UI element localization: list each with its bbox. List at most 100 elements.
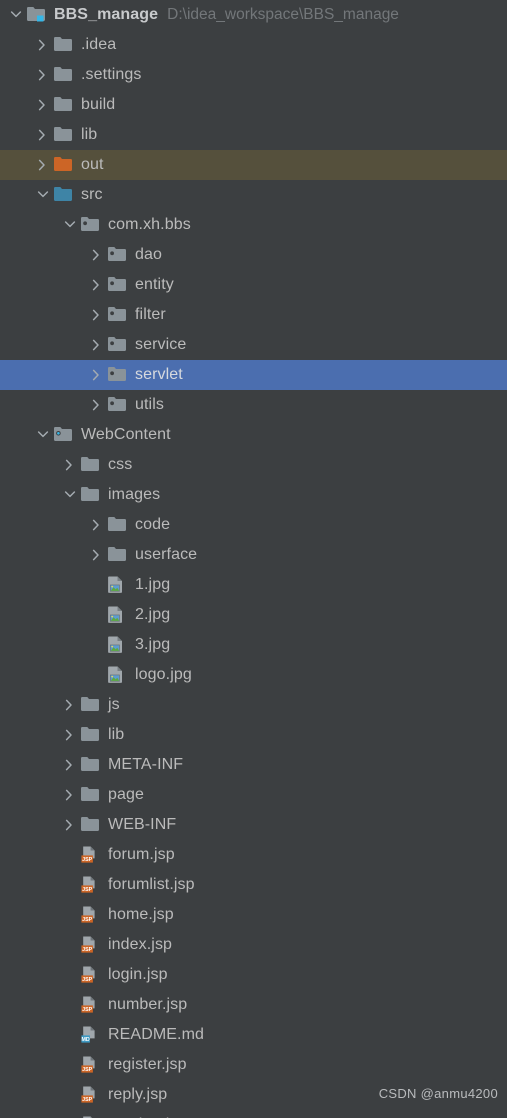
tree-row[interactable]: JSP number.jsp — [0, 990, 507, 1020]
tree-row[interactable]: logo.jpg — [0, 660, 507, 690]
tree-row-label: home.jsp — [108, 906, 174, 923]
folder-icon — [79, 480, 103, 510]
chevron-down-icon[interactable] — [59, 480, 79, 510]
chevron-right-icon[interactable] — [32, 120, 52, 150]
tree-row[interactable]: 1.jpg — [0, 570, 507, 600]
tree-row[interactable]: out — [0, 150, 507, 180]
tree-row-label: com.xh.bbs — [108, 216, 191, 233]
chevron-right-icon[interactable] — [86, 240, 106, 270]
chevron-right-icon[interactable] — [59, 750, 79, 780]
chevron-down-icon[interactable] — [32, 180, 52, 210]
chevron-down-icon[interactable] — [59, 210, 79, 240]
chevron-right-icon[interactable] — [86, 510, 106, 540]
tree-row-label: reply.jsp — [108, 1086, 168, 1103]
tree-row[interactable]: JSP forum.jsp — [0, 840, 507, 870]
tree-row-label: src — [81, 186, 103, 203]
jsp-file-icon: JSP — [79, 900, 103, 930]
tree-row-label: lib — [81, 126, 98, 143]
tree-row-label: logo.jpg — [135, 666, 192, 683]
chevron-right-icon[interactable] — [32, 60, 52, 90]
tree-row[interactable]: userface — [0, 540, 507, 570]
tree-row[interactable]: js — [0, 690, 507, 720]
chevron-right-icon[interactable] — [59, 720, 79, 750]
svg-text:JSP: JSP — [82, 947, 92, 953]
chevron-right-icon[interactable] — [32, 90, 52, 120]
chevron-right-icon[interactable] — [86, 390, 106, 420]
jsp-file-icon: JSP — [79, 1080, 103, 1110]
chevron-right-icon[interactable] — [86, 540, 106, 570]
tree-row[interactable]: 2.jpg — [0, 600, 507, 630]
project-tree[interactable]: BBS_manage D:\idea_workspace\BBS_manage .i… — [0, 0, 507, 1118]
tree-row[interactable]: lib — [0, 720, 507, 750]
tree-row[interactable]: utils — [0, 390, 507, 420]
chevron-right-icon[interactable] — [86, 270, 106, 300]
chevron-right-icon[interactable] — [86, 360, 106, 390]
excluded-folder-icon — [52, 150, 76, 180]
tree-row-label: number.jsp — [108, 996, 188, 1013]
image-file-icon — [106, 630, 130, 660]
tree-row[interactable]: servlet — [0, 360, 507, 390]
chevron-right-icon[interactable] — [59, 810, 79, 840]
chevron-right-icon[interactable] — [59, 450, 79, 480]
tree-row[interactable]: src — [0, 180, 507, 210]
tree-row[interactable]: JSP home.jsp — [0, 900, 507, 930]
tree-row[interactable]: JSP reply.jsp — [0, 1080, 507, 1110]
tree-row[interactable]: code — [0, 510, 507, 540]
svg-text:JSP: JSP — [82, 887, 92, 893]
tree-row-label: css — [108, 456, 133, 473]
tree-row[interactable]: build — [0, 90, 507, 120]
tree-row[interactable]: page — [0, 780, 507, 810]
folder-icon — [106, 540, 130, 570]
tree-row[interactable]: WEB-INF — [0, 810, 507, 840]
tree-row[interactable]: lib — [0, 120, 507, 150]
tree-row-label: WebContent — [81, 426, 171, 443]
tree-row[interactable]: images — [0, 480, 507, 510]
tree-row[interactable]: dao — [0, 240, 507, 270]
tree-row[interactable]: css — [0, 450, 507, 480]
tree-row[interactable]: .idea — [0, 30, 507, 60]
tree-row-label: utils — [135, 396, 164, 413]
chevron-down-icon[interactable] — [5, 0, 25, 30]
tree-row[interactable]: JSP index.jsp — [0, 930, 507, 960]
tree-row[interactable]: HTM test.html — [0, 1110, 507, 1118]
tree-row[interactable]: BBS_manage D:\idea_workspace\BBS_manage — [0, 0, 507, 30]
image-file-icon — [106, 570, 130, 600]
tree-row-label: 3.jpg — [135, 636, 171, 653]
tree-row-label: dao — [135, 246, 162, 263]
tree-row[interactable]: JSP login.jsp — [0, 960, 507, 990]
folder-icon — [52, 120, 76, 150]
chevron-right-icon[interactable] — [32, 150, 52, 180]
tree-row[interactable]: 3.jpg — [0, 630, 507, 660]
tree-row[interactable]: entity — [0, 270, 507, 300]
tree-row[interactable]: JSP forumlist.jsp — [0, 870, 507, 900]
chevron-right-icon[interactable] — [59, 690, 79, 720]
tree-row-label: page — [108, 786, 144, 803]
tree-row[interactable]: service — [0, 330, 507, 360]
chevron-right-icon[interactable] — [86, 300, 106, 330]
chevron-right-icon[interactable] — [59, 780, 79, 810]
tree-row[interactable]: .settings — [0, 60, 507, 90]
tree-row[interactable]: WebContent — [0, 420, 507, 450]
tree-row-label: js — [108, 696, 120, 713]
tree-row[interactable]: filter — [0, 300, 507, 330]
tree-row[interactable]: com.xh.bbs — [0, 210, 507, 240]
tree-row[interactable]: MD README.md — [0, 1020, 507, 1050]
tree-row[interactable]: JSP register.jsp — [0, 1050, 507, 1080]
tree-row[interactable]: META-INF — [0, 750, 507, 780]
chevron-right-icon[interactable] — [32, 30, 52, 60]
chevron-right-icon[interactable] — [86, 330, 106, 360]
chevron-down-icon[interactable] — [32, 420, 52, 450]
